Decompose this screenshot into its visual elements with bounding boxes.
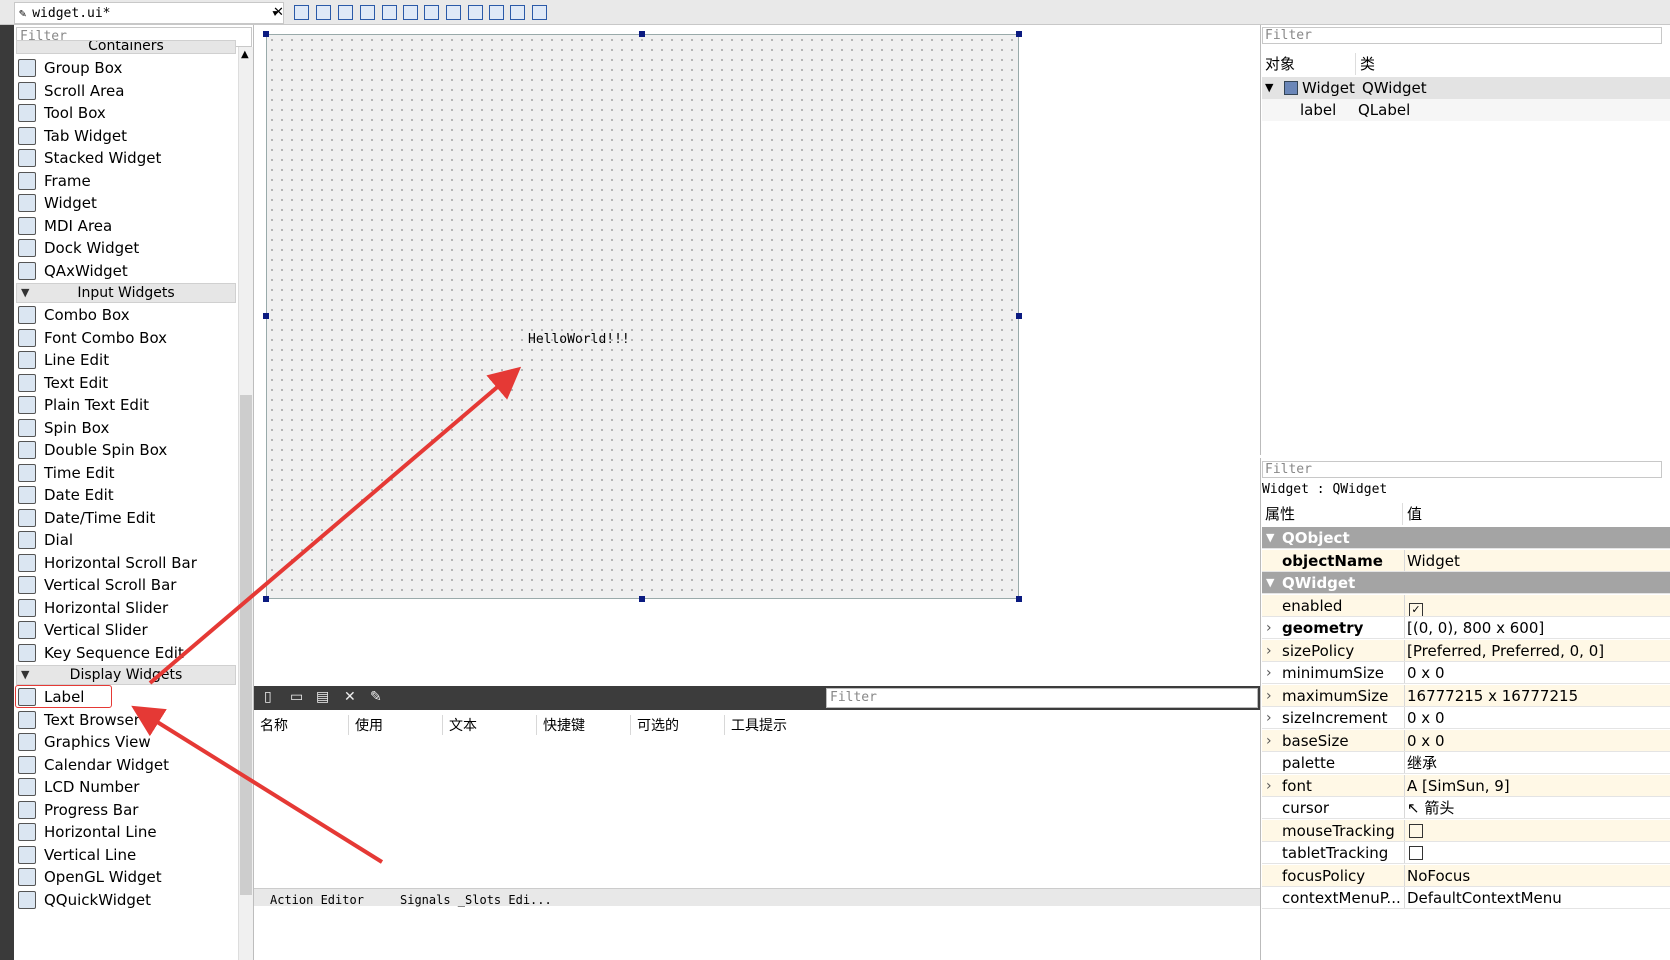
arrow-to-hello-label: [148, 366, 522, 685]
annotation-arrows: [131, 366, 522, 864]
arrow-to-label-item: [131, 705, 384, 864]
